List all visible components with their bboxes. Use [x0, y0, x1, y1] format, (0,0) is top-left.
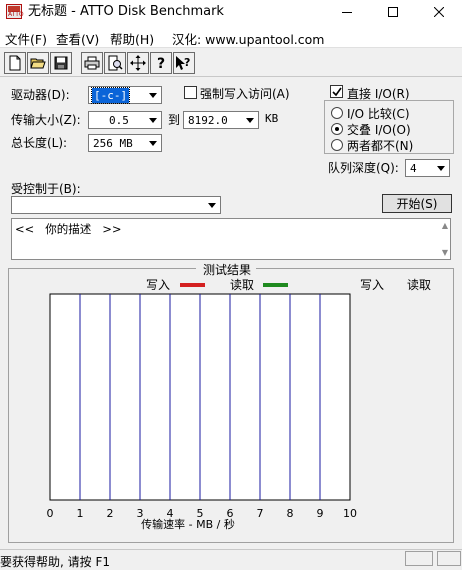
x-axis-label: 传输速率 - MB / 秒	[141, 517, 235, 531]
status-text: 要获得帮助, 请按 F1	[0, 555, 110, 569]
legend-write-swatch	[180, 283, 205, 287]
x-tick-label-7: 7	[257, 507, 264, 520]
x-tick-label-1: 1	[77, 507, 84, 520]
column-header-read: 读取	[407, 278, 431, 292]
x-tick-label-2: 2	[107, 507, 114, 520]
x-tick-label-0: 0	[47, 507, 54, 520]
legend-write-label: 写入	[146, 278, 170, 292]
chart-title: 测试结果	[203, 262, 251, 277]
column-header-write: 写入	[360, 278, 384, 292]
legend-read-label: 读取	[230, 278, 254, 292]
results-chart: 测试结果 写入 读取 写入 读取 0 1 2 3 4 5 6 7 8 9 10 传输速率 - MB …	[47, 262, 431, 531]
status-pane-2	[437, 551, 461, 566]
x-tick-label-10: 10	[343, 507, 357, 520]
x-tick-label-9: 9	[317, 507, 324, 520]
x-tick-label-8: 8	[287, 507, 294, 520]
legend-read-swatch	[263, 283, 288, 287]
status-pane-1	[405, 551, 433, 566]
